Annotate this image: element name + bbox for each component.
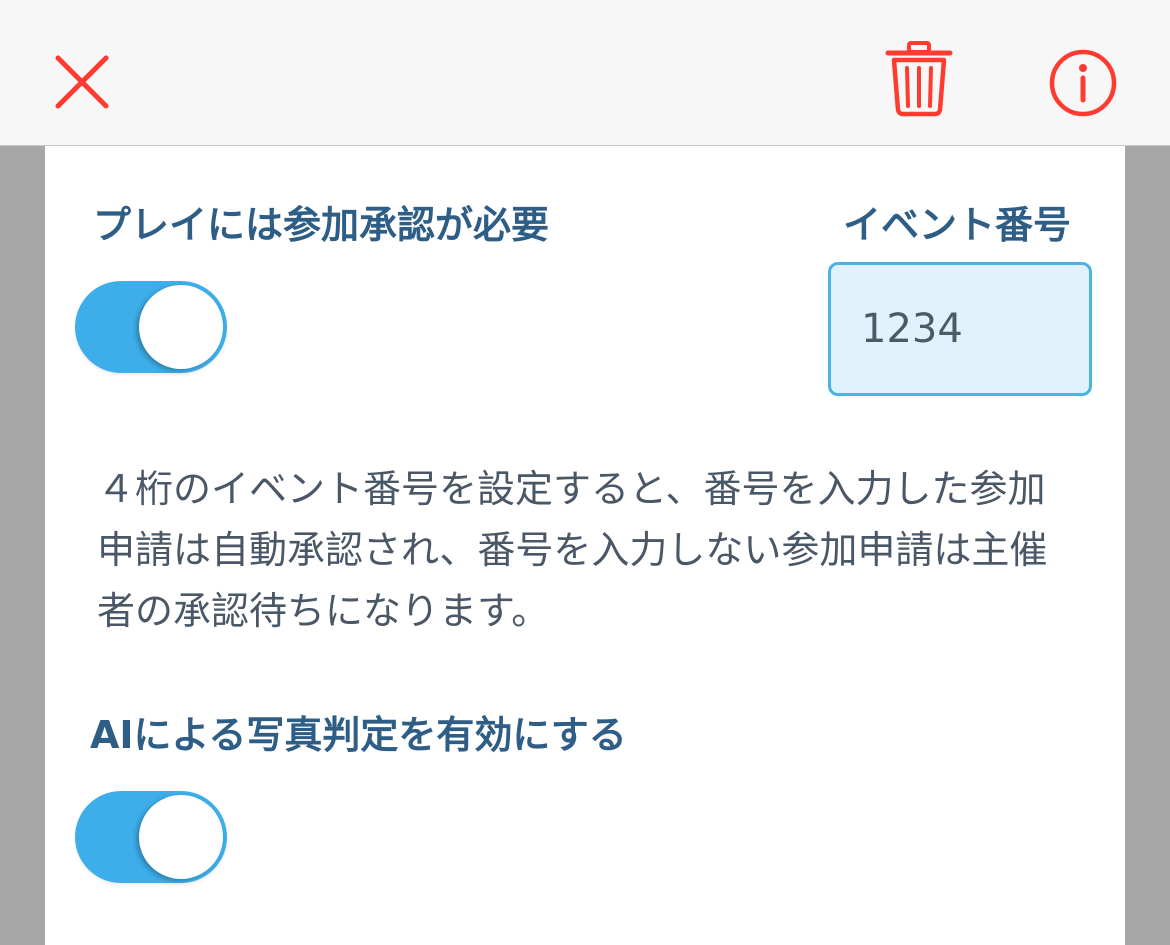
backdrop-right — [1125, 146, 1170, 945]
event-number-label: イベント番号 — [843, 203, 1072, 247]
event-number-input[interactable] — [828, 262, 1092, 396]
approval-required-label: プレイには参加承認が必要 — [93, 203, 550, 247]
ai-photo-judgement-toggle[interactable] — [75, 791, 227, 883]
event-number-description: ４桁のイベント番号を設定すると、番号を入力した参加申請は自動承認され、番号を入力… — [97, 467, 1048, 633]
approval-required-toggle[interactable] — [75, 281, 227, 373]
ai-photo-judgement-label: AIによる写真判定を有効にする — [90, 713, 627, 757]
backdrop-left — [0, 146, 45, 945]
close-icon[interactable] — [50, 50, 114, 114]
info-icon[interactable] — [1046, 46, 1120, 120]
trash-icon[interactable] — [884, 40, 954, 118]
toggle-knob — [139, 795, 223, 879]
toggle-knob — [139, 285, 223, 369]
top-toolbar — [0, 0, 1170, 146]
settings-panel: プレイには参加承認が必要 イベント番号 ４桁のイベント番号を設定すると、番号を入… — [45, 146, 1125, 945]
